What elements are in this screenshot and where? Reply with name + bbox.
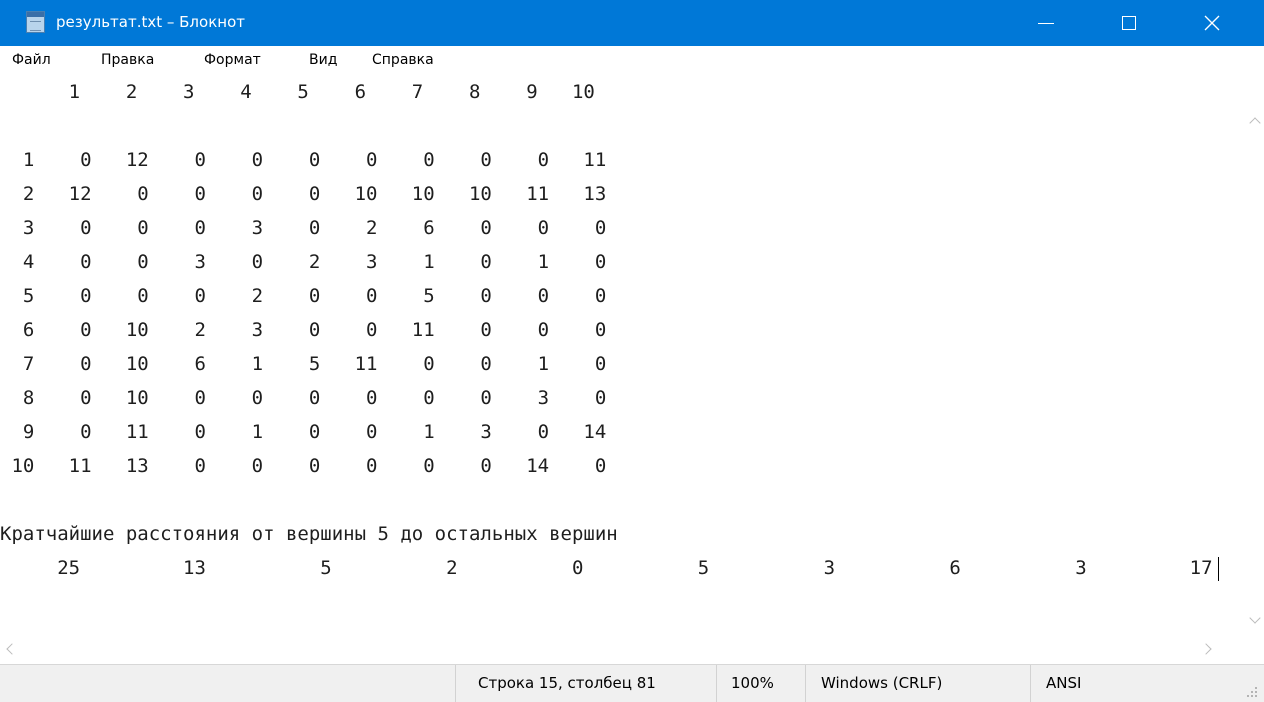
text-line: 6 0 10 2 3 0 0 11 0 0 0 [0,319,607,341]
scroll-left-icon[interactable] [6,643,18,655]
minimize-icon [1038,23,1054,24]
text-editor[interactable]: 1 2 3 4 5 6 7 8 9 10 1 0 12 0 0 0 0 0 0 … [0,73,1247,634]
text-line: 5 0 0 0 2 0 0 5 0 0 0 [0,285,607,307]
text-content: 1 2 3 4 5 6 7 8 9 10 1 0 12 0 0 0 0 0 0 … [0,75,1247,585]
menu-help[interactable]: Справка [372,51,434,69]
scroll-up-icon[interactable] [1249,117,1261,129]
text-caret [1217,556,1219,581]
text-line: 7 0 10 6 1 5 11 0 0 1 0 [0,353,607,375]
text-line: 4 0 0 3 0 2 3 1 0 1 0 [0,251,607,273]
title-bar[interactable]: результат.txt – Блокнот [0,0,1264,46]
encoding: ANSI [1046,674,1082,692]
status-divider [716,665,717,702]
text-line-last: 25 13 5 2 0 5 3 6 3 17 [0,551,1247,585]
status-divider [1030,665,1031,702]
notepad-icon [26,11,45,33]
text-line: 1 2 3 4 5 6 7 8 9 10 [0,81,595,103]
text-line: 10 11 13 0 0 0 0 0 0 14 0 [0,455,607,477]
menu-bar: Файл Правка Формат Вид Справка [0,46,1264,73]
status-divider [455,665,456,702]
scrollbar-corner [1247,634,1264,664]
notepad-window: результат.txt – Блокнот Файл Правка Форм… [0,0,1264,702]
text-line [0,483,1247,517]
maximize-button[interactable] [1100,0,1156,46]
text-line: 9 0 11 0 1 0 0 1 3 0 14 [0,421,607,443]
menu-file[interactable]: Файл [12,51,51,69]
resize-grip-icon[interactable] [1240,681,1260,701]
menu-format[interactable]: Формат [204,51,261,69]
menu-view[interactable]: Вид [309,51,337,69]
minimize-button[interactable] [1018,0,1074,46]
close-icon [1204,15,1220,31]
scroll-right-icon[interactable] [1200,643,1212,655]
window-title: результат.txt – Блокнот [56,13,245,31]
horizontal-scrollbar[interactable] [0,634,1247,664]
status-divider [805,665,806,702]
menu-edit[interactable]: Правка [101,51,154,69]
vertical-scrollbar[interactable] [1247,73,1264,634]
last-line-text: 25 13 5 2 0 5 3 6 3 17 [0,557,1213,579]
text-line: 8 0 10 0 0 0 0 0 0 3 0 [0,387,607,409]
scroll-down-icon[interactable] [1249,612,1261,624]
text-line: 3 0 0 0 3 0 2 6 0 0 0 [0,217,607,239]
status-bar: Строка 15, столбец 81 100% Windows (CRLF… [0,664,1264,702]
maximize-icon [1122,16,1136,30]
zoom-level: 100% [731,674,774,692]
text-line: Кратчайшие расстояния от вершины 5 до ос… [0,523,618,545]
cursor-position: Строка 15, столбец 81 [478,674,656,692]
line-ending: Windows (CRLF) [821,674,943,692]
close-button[interactable] [1184,0,1240,46]
text-line: 1 0 12 0 0 0 0 0 0 0 11 [0,149,607,171]
text-line: 2 12 0 0 0 0 10 10 10 11 13 [0,183,607,205]
text-line [0,109,1247,143]
